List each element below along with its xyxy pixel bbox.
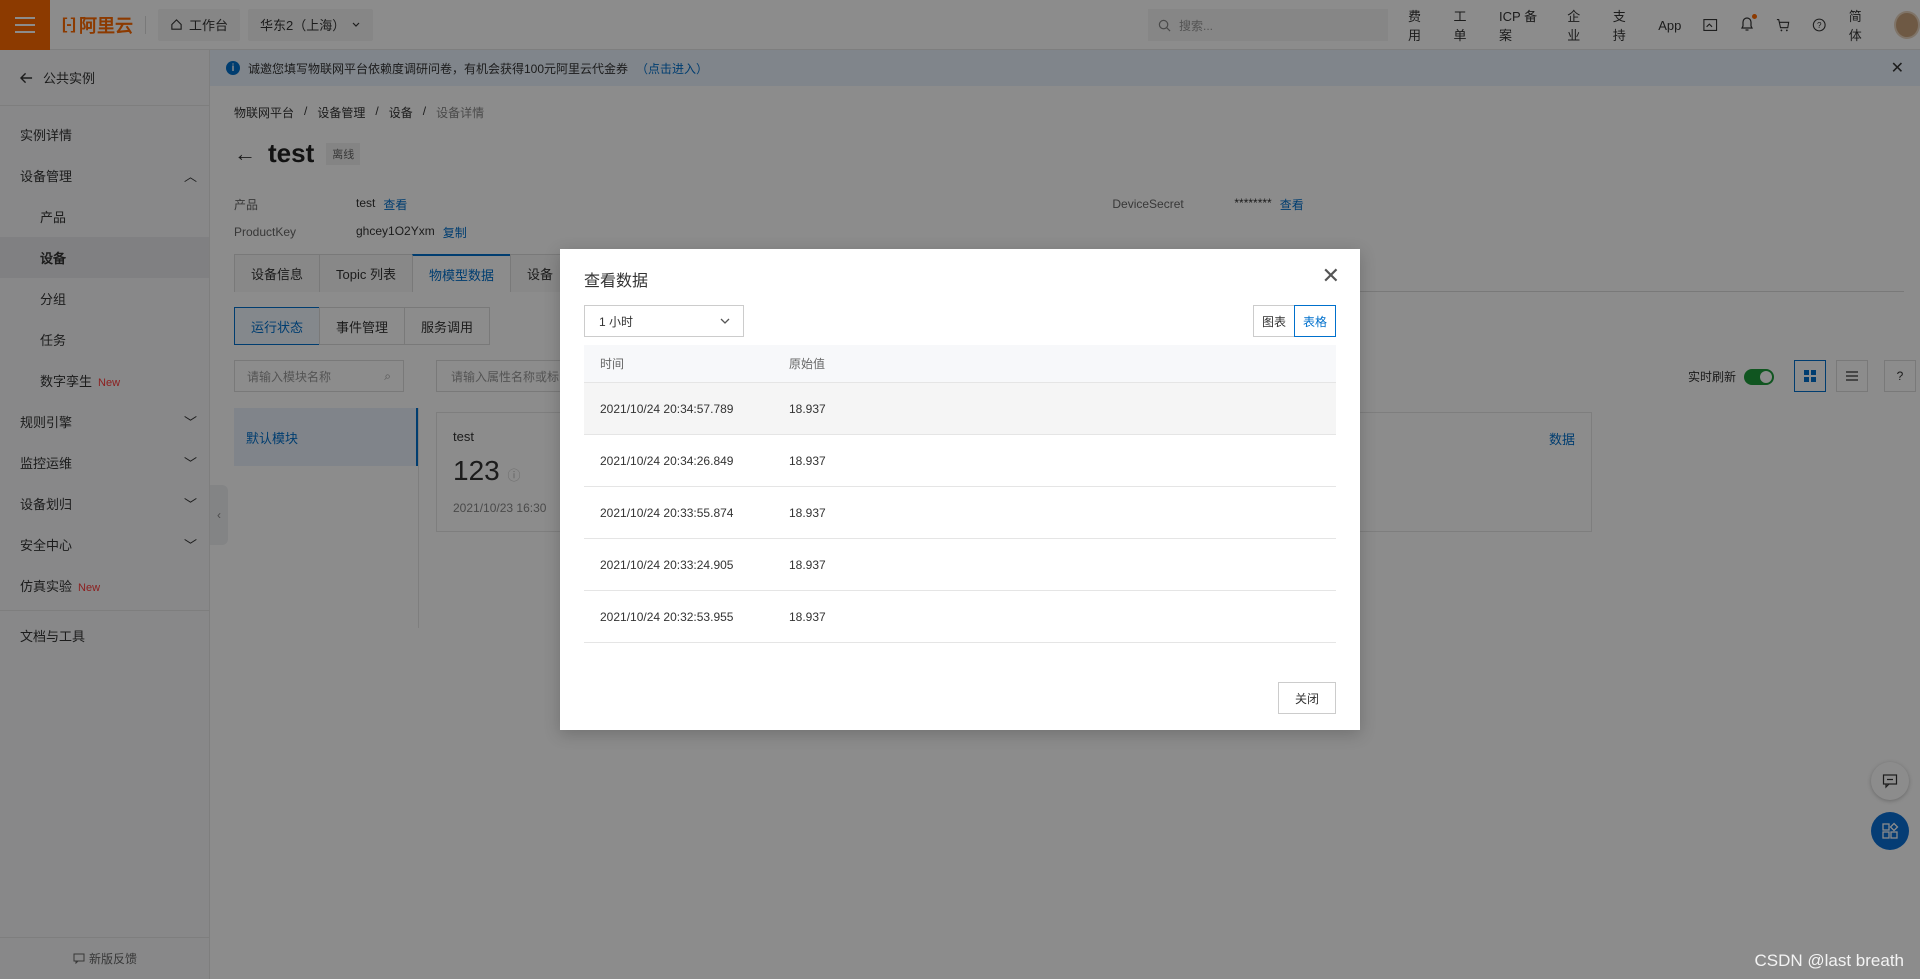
table-row: 2021/10/24 20:34:57.789 18.937 bbox=[584, 383, 1336, 435]
cell-time: 2021/10/24 20:32:53.955 bbox=[600, 609, 734, 624]
column-header-time: 时间 bbox=[600, 357, 625, 371]
watermark: CSDN @last breath bbox=[1754, 951, 1904, 970]
cell-value: 18.937 bbox=[789, 453, 826, 468]
time-range-select[interactable]: 1 小时 bbox=[584, 305, 744, 337]
table-toggle-button[interactable]: 表格 bbox=[1293, 305, 1336, 337]
table-row: 2021/10/24 20:33:24.905 18.937 bbox=[584, 539, 1336, 591]
cell-time: 2021/10/24 20:34:26.849 bbox=[600, 453, 734, 468]
cell-time: 2021/10/24 20:34:57.789 bbox=[600, 401, 734, 416]
view-toggle: 图表 表格 bbox=[1252, 305, 1336, 337]
table-row: 2021/10/24 20:33:55.874 18.937 bbox=[584, 487, 1336, 539]
chevron-down-icon bbox=[720, 318, 730, 324]
cell-time: 2021/10/24 20:33:55.874 bbox=[600, 505, 734, 520]
close-icon[interactable]: ✕ bbox=[1322, 265, 1340, 287]
cell-value: 18.937 bbox=[789, 401, 826, 416]
column-header-raw: 原始值 bbox=[789, 357, 826, 371]
dialog-title: 查看数据 bbox=[584, 273, 649, 290]
chart-toggle-button[interactable]: 图表 bbox=[1252, 305, 1295, 337]
close-button[interactable]: 关闭 bbox=[1278, 682, 1336, 714]
cell-value: 18.937 bbox=[789, 609, 826, 624]
data-table: 时间 原始值 2021/10/24 20:34:57.789 18.937 20… bbox=[584, 345, 1336, 643]
table-header: 时间 原始值 bbox=[584, 345, 1336, 383]
cell-value: 18.937 bbox=[789, 505, 826, 520]
table-row: 2021/10/24 20:32:53.955 18.937 bbox=[584, 591, 1336, 643]
cell-value: 18.937 bbox=[789, 557, 826, 572]
table-row: 2021/10/24 20:34:26.849 18.937 bbox=[584, 435, 1336, 487]
view-data-dialog: 查看数据 ✕ 1 小时 图表 表格 时间 原始值 2021/10/24 20:3… bbox=[560, 249, 1360, 730]
cell-time: 2021/10/24 20:33:24.905 bbox=[600, 557, 734, 572]
